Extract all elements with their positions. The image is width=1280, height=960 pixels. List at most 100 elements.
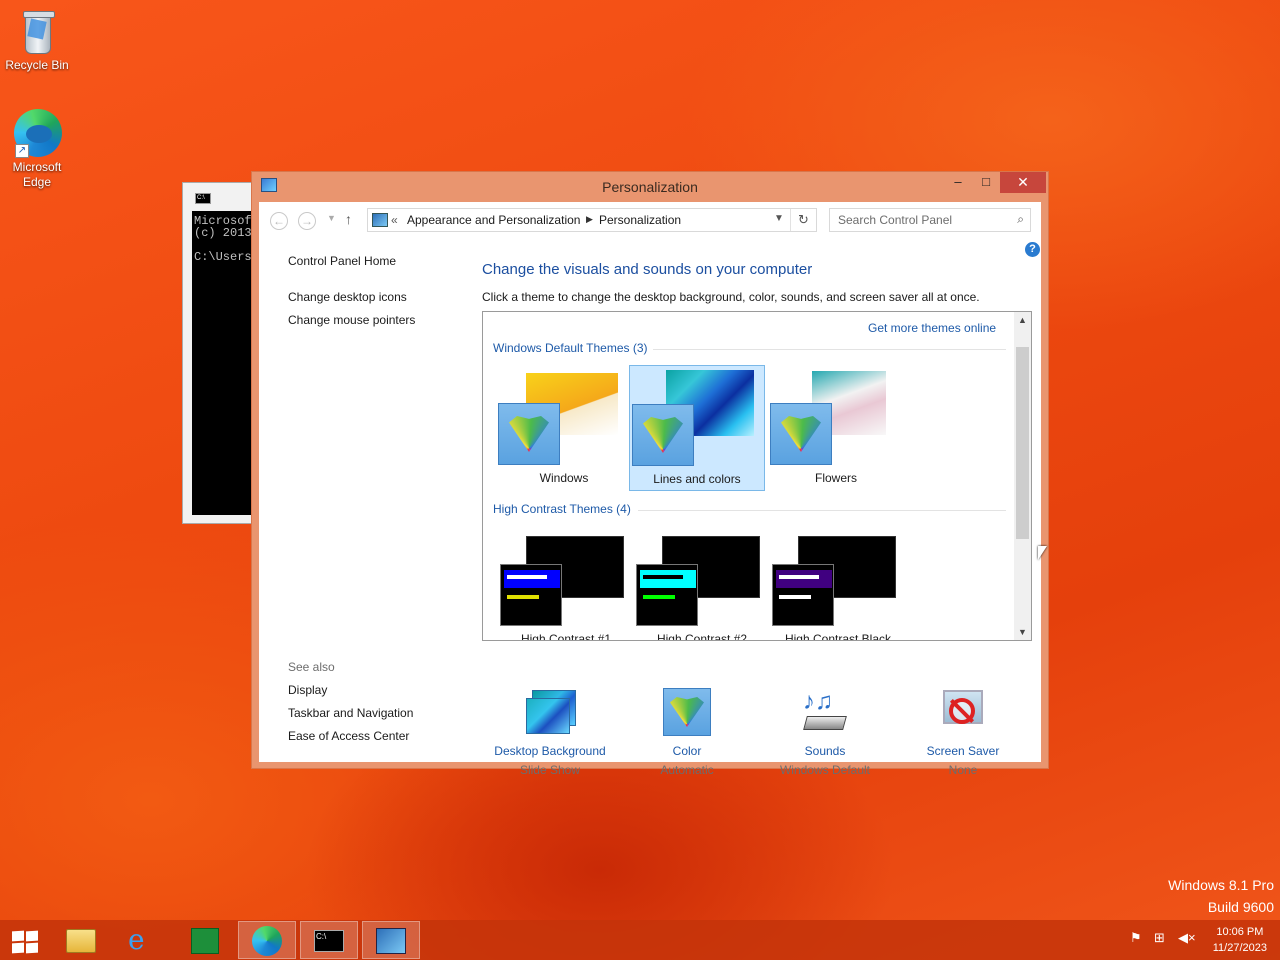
group-title-default: Windows Default Themes (3) xyxy=(493,341,648,355)
color-palette-icon xyxy=(770,403,832,465)
internet-explorer-icon: e xyxy=(128,923,145,956)
color-icon xyxy=(659,688,715,740)
theme-flowers[interactable]: Flowers xyxy=(768,365,904,491)
recent-pages-icon[interactable]: ▼ xyxy=(327,213,336,223)
color-palette-icon xyxy=(498,403,560,465)
volume-muted-icon[interactable]: ◀× xyxy=(1178,930,1196,946)
taskbar-clock[interactable]: 10:06 PM 11/27/2023 xyxy=(1213,924,1267,956)
taskbar-edge[interactable] xyxy=(238,921,296,959)
scroll-down-icon[interactable]: ▼ xyxy=(1014,627,1031,637)
theme-label: High Contrast Black xyxy=(784,632,892,641)
control-panel-icon xyxy=(372,213,388,227)
sounds-setting[interactable]: ♪♫ Sounds Windows Default xyxy=(760,688,890,777)
see-also-heading: See also xyxy=(288,660,335,674)
file-explorer-icon xyxy=(66,929,96,953)
color-setting[interactable]: Color Automatic xyxy=(622,688,752,777)
chevron-right-icon[interactable]: ▶ xyxy=(586,214,593,225)
ease-of-access-link[interactable]: Ease of Access Center xyxy=(288,729,409,743)
page-description: Click a theme to change the desktop back… xyxy=(482,290,980,304)
window-content: ← → ▼ ↑ « Appearance and Personalization… xyxy=(259,202,1041,777)
clock-date: 11/27/2023 xyxy=(1212,942,1267,954)
desktop-background-setting[interactable]: Desktop Background Slide Show xyxy=(485,688,615,777)
desktop-background-icon xyxy=(522,688,578,740)
setting-value: Slide Show xyxy=(519,763,581,777)
cmd-output: Microsoft (c) 2013 C:\Users xyxy=(192,211,251,515)
breadcrumb-appearance[interactable]: Appearance and Personalization xyxy=(407,213,580,227)
theme-label: Flowers xyxy=(814,471,857,485)
taskbar-internet-explorer[interactable]: e xyxy=(114,921,172,959)
control-panel-home-link[interactable]: Control Panel Home xyxy=(288,254,396,268)
store-icon xyxy=(191,928,219,954)
setting-value: Automatic xyxy=(660,763,714,777)
breadcrumb-personalization[interactable]: Personalization xyxy=(599,213,681,227)
change-mouse-pointers-link[interactable]: Change mouse pointers xyxy=(288,313,415,327)
group-divider xyxy=(653,349,1006,350)
screen-saver-icon xyxy=(935,688,991,740)
setting-name[interactable]: Screen Saver xyxy=(898,744,1028,758)
cmd-icon: C:\ xyxy=(195,193,211,204)
themes-scrollbar[interactable]: ▲ ▼ xyxy=(1014,312,1031,640)
cmd-icon: C:\ xyxy=(314,930,344,952)
help-button[interactable]: ? xyxy=(1025,242,1040,257)
theme-label: High Contrast #2 xyxy=(656,632,748,641)
refresh-button[interactable]: ↻ xyxy=(790,209,816,231)
color-palette-icon xyxy=(632,404,694,466)
chevron-down-icon[interactable]: ▼ xyxy=(774,213,784,224)
action-center-flag-icon[interactable]: ⚑ xyxy=(1130,930,1142,946)
desktop-icon-label: Recycle Bin xyxy=(5,58,69,72)
taskbar-store[interactable] xyxy=(176,921,234,959)
title-bar[interactable]: Personalization – □ ✕ xyxy=(252,172,1048,202)
mouse-cursor-icon xyxy=(1038,546,1047,560)
theme-high-contrast-black[interactable]: High Contrast Black xyxy=(770,536,906,641)
setting-name[interactable]: Desktop Background xyxy=(485,744,615,758)
taskbar: e C:\ ⚑ ⊞ ◀× 10:06 PM 11/27/2023 xyxy=(0,920,1280,960)
page-title: Change the visuals and sounds on your co… xyxy=(482,261,813,278)
taskbar-cmd[interactable]: C:\ xyxy=(300,921,358,959)
change-desktop-icons-link[interactable]: Change desktop icons xyxy=(288,290,407,304)
desktop-icon-label: Microsoft Edge xyxy=(12,160,62,189)
start-button[interactable] xyxy=(0,921,50,959)
display-link[interactable]: Display xyxy=(288,683,327,697)
desktop-icon-edge[interactable]: ↗ Microsoft Edge xyxy=(0,108,74,190)
setting-name[interactable]: Color xyxy=(622,744,752,758)
group-divider xyxy=(638,510,1006,511)
desktop-icon-recycle-bin[interactable]: Recycle Bin xyxy=(0,6,74,73)
taskbar-navigation-link[interactable]: Taskbar and Navigation xyxy=(288,706,413,720)
group-title-high-contrast: High Contrast Themes (4) xyxy=(493,502,631,516)
screen-saver-setting[interactable]: Screen Saver None xyxy=(898,688,1028,777)
search-input[interactable]: Search Control Panel ⌕ xyxy=(829,208,1031,232)
edge-icon: ↗ xyxy=(13,108,62,158)
back-button[interactable]: ← xyxy=(270,212,288,230)
setting-value: None xyxy=(948,763,978,777)
window-title: Personalization xyxy=(602,179,698,195)
setting-name[interactable]: Sounds xyxy=(760,744,890,758)
scroll-thumb[interactable] xyxy=(1016,347,1029,539)
taskbar-file-explorer[interactable] xyxy=(52,921,110,959)
forward-button[interactable]: → xyxy=(298,212,316,230)
maximize-button[interactable]: □ xyxy=(972,172,1000,193)
theme-windows[interactable]: Windows xyxy=(496,365,632,491)
watermark-build: Build 9600 xyxy=(1207,899,1274,915)
windows-watermark: Windows 8.1 Pro Build 9600 xyxy=(1168,874,1274,918)
control-panel-icon xyxy=(376,928,406,954)
up-button[interactable]: ↑ xyxy=(345,211,352,227)
search-icon[interactable]: ⌕ xyxy=(1017,212,1024,227)
setting-value: Windows Default xyxy=(779,763,871,777)
scroll-up-icon[interactable]: ▲ xyxy=(1014,315,1031,325)
theme-high-contrast-1[interactable]: High Contrast #1 xyxy=(498,536,634,640)
cmd-window[interactable]: C:\ Microsoft (c) 2013 C:\Users xyxy=(182,182,252,524)
personalization-window[interactable]: Personalization – □ ✕ ← → ▼ ↑ « Appearan… xyxy=(251,171,1049,777)
search-placeholder: Search Control Panel xyxy=(838,213,953,227)
theme-lines-and-colors[interactable]: Lines and colors xyxy=(629,365,765,491)
sounds-icon: ♪♫ xyxy=(797,688,853,740)
close-button[interactable]: ✕ xyxy=(1000,172,1046,193)
breadcrumb-overflow[interactable]: « xyxy=(391,213,398,227)
network-icon[interactable]: ⊞ xyxy=(1154,930,1165,946)
recycle-bin-icon xyxy=(13,6,61,56)
address-bar[interactable]: « Appearance and Personalization ▶ Perso… xyxy=(367,208,817,232)
minimize-button[interactable]: – xyxy=(944,172,972,193)
themes-list[interactable]: Get more themes online Windows Default T… xyxy=(482,311,1032,641)
get-more-themes-link[interactable]: Get more themes online xyxy=(868,321,996,335)
theme-high-contrast-2[interactable]: High Contrast #2 xyxy=(634,536,770,641)
taskbar-control-panel[interactable] xyxy=(362,921,420,959)
